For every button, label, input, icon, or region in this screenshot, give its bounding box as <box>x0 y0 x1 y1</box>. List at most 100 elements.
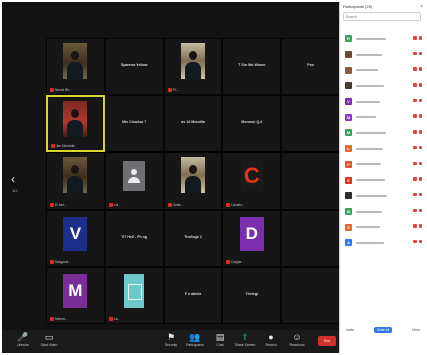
video-off-icon <box>413 161 417 165</box>
video-tile[interactable]: Thellogs 1 <box>163 209 223 267</box>
participant-row[interactable] <box>340 188 425 204</box>
participant-row[interactable]: V <box>340 94 425 110</box>
video-tile[interactable] <box>281 95 340 153</box>
video-tile[interactable]: Mormon Q.4 <box>222 95 282 153</box>
participant-row[interactable]: E <box>340 172 425 188</box>
participant-row[interactable]: M <box>340 125 425 141</box>
toolbar-button[interactable]: 🎤 Unmute <box>10 331 36 352</box>
video-tile[interactable]: D Doylpe... <box>222 209 282 267</box>
mic-muted-icon <box>418 224 422 228</box>
participant-row[interactable]: P <box>340 157 425 173</box>
end-meeting-button[interactable]: End <box>318 336 336 346</box>
toolbar-button[interactable]: ☺ Reactions <box>284 331 310 352</box>
video-off-icon <box>413 145 417 150</box>
mic-muted-icon <box>418 83 422 87</box>
video-tile[interactable]: Mix Cloudsa 7 <box>104 95 164 153</box>
participant-name-center: 7/7 Hell - Ph ng <box>121 234 148 239</box>
participant-row[interactable]: R <box>340 31 425 47</box>
toolbar-icon: ▭ <box>44 332 54 342</box>
video-off-icon <box>413 83 417 87</box>
zoom-meeting-window: ‹ 1/2 Nanuk Bh... Sparrow Yellow Pt... T Si… <box>2 2 425 353</box>
participant-row[interactable]: B <box>340 204 425 220</box>
tile-name-text: Sangouls... <box>55 259 71 264</box>
participant-name-center: Poo <box>307 63 314 67</box>
mic-muted-icon <box>418 36 422 40</box>
tile-name-label: La... <box>108 316 160 321</box>
video-tile[interactable]: Thelegi <box>222 266 282 324</box>
video-tile[interactable]: F n abiela <box>163 266 223 324</box>
video-off-icon <box>413 177 417 181</box>
mic-muted-icon <box>50 259 54 264</box>
toolbar-button[interactable]: ▤ Chat <box>207 331 233 352</box>
video-tile[interactable]: T Sin Wo Woom <box>222 38 282 96</box>
participant-search-input[interactable]: Search <box>343 12 421 21</box>
default-user-avatar-icon <box>123 161 146 192</box>
tile-name-label: Nanuk Bh... <box>50 88 101 93</box>
mic-muted-icon <box>51 144 55 149</box>
participant-name <box>356 162 392 166</box>
video-tile[interactable]: Pt... <box>163 38 223 96</box>
more-button[interactable]: More <box>409 327 423 333</box>
toolbar-button-label: Chat <box>216 343 224 347</box>
video-tile[interactable]: La... <box>104 266 164 324</box>
mic-muted-icon <box>418 208 422 213</box>
participant-name-center: Thellogs 1 <box>184 234 202 239</box>
tile-name-label: Sangouls... <box>50 259 101 264</box>
video-tile[interactable]: Sparrow Yellow <box>104 38 164 96</box>
tile-name-text: Meena... <box>55 316 68 321</box>
tile-name-text: Gotta... <box>172 202 184 207</box>
participant-letter-avatar: M <box>63 273 88 308</box>
toolbar-icon: 👥 <box>189 332 201 342</box>
toolbar-button[interactable]: ▭ Start Video <box>36 331 62 352</box>
toolbar-button-label: Share Screen <box>234 343 256 347</box>
participant-letter-avatar: V <box>63 216 88 251</box>
toolbar-button[interactable]: ⇪ Share Screen <box>232 331 258 352</box>
mic-muted-icon <box>418 161 422 165</box>
participant-name <box>356 194 392 198</box>
tile-name-label: Gotta... <box>167 202 219 207</box>
participant-row[interactable] <box>340 47 425 63</box>
invite-button[interactable]: Invite <box>343 327 357 333</box>
participant-avatar <box>345 82 352 90</box>
video-tile[interactable]: M Meena... <box>46 266 105 324</box>
video-tile[interactable] <box>281 266 340 324</box>
video-tile[interactable]: Ei tool... <box>46 152 105 210</box>
video-tile[interactable]: Gotta... <box>163 152 223 210</box>
participant-name <box>356 53 392 57</box>
participant-image-avatar <box>124 273 145 308</box>
video-tile[interactable]: Jim Kimmelki <box>46 95 105 153</box>
video-tile[interactable]: as 14 Mondila <box>163 95 223 153</box>
video-tile[interactable]: Loi... <box>104 152 164 210</box>
toolbar-button[interactable]: 👥 Participants <box>182 331 208 352</box>
toolbar-button[interactable]: ● Record <box>258 331 284 352</box>
video-tile[interactable]: V Sangouls... <box>46 209 105 267</box>
close-icon[interactable]: × <box>420 4 423 10</box>
toolbar-icon: ⚑ <box>166 332 176 342</box>
participant-row[interactable] <box>340 78 425 94</box>
mic-muted-icon <box>418 98 422 103</box>
participant-status-icons <box>413 208 422 213</box>
participant-row[interactable]: A <box>340 235 425 251</box>
mute-all-button[interactable]: Mute All <box>374 326 393 333</box>
toolbar-button-label: Start Video <box>40 343 58 347</box>
toolbar-button[interactable]: ⚑ Security <box>158 331 184 352</box>
video-tile[interactable] <box>281 152 340 210</box>
participant-row[interactable] <box>340 62 425 78</box>
participant-status-icons <box>413 177 422 181</box>
participant-row[interactable]: L <box>340 141 425 157</box>
participant-status-icons <box>413 130 422 134</box>
previous-page-arrow-icon[interactable]: ‹ <box>11 172 15 186</box>
mic-muted-icon <box>418 177 422 181</box>
mic-muted-icon <box>167 202 172 207</box>
video-tile[interactable]: C Laudrix... <box>222 152 282 210</box>
participant-initial-avatar: C <box>240 161 263 192</box>
video-tile[interactable]: 7/7 Hell - Ph ng <box>104 209 164 267</box>
participant-row[interactable]: S <box>340 219 425 235</box>
tile-name-label: Pt... <box>167 88 219 93</box>
participant-row[interactable]: M <box>340 109 425 125</box>
video-tile[interactable]: Poo <box>281 38 340 96</box>
toolbar-button-label: Record <box>265 343 277 347</box>
video-tile[interactable]: Nanuk Bh... <box>46 38 105 96</box>
participant-video-thumbnail <box>180 157 205 194</box>
video-tile[interactable] <box>281 209 340 267</box>
